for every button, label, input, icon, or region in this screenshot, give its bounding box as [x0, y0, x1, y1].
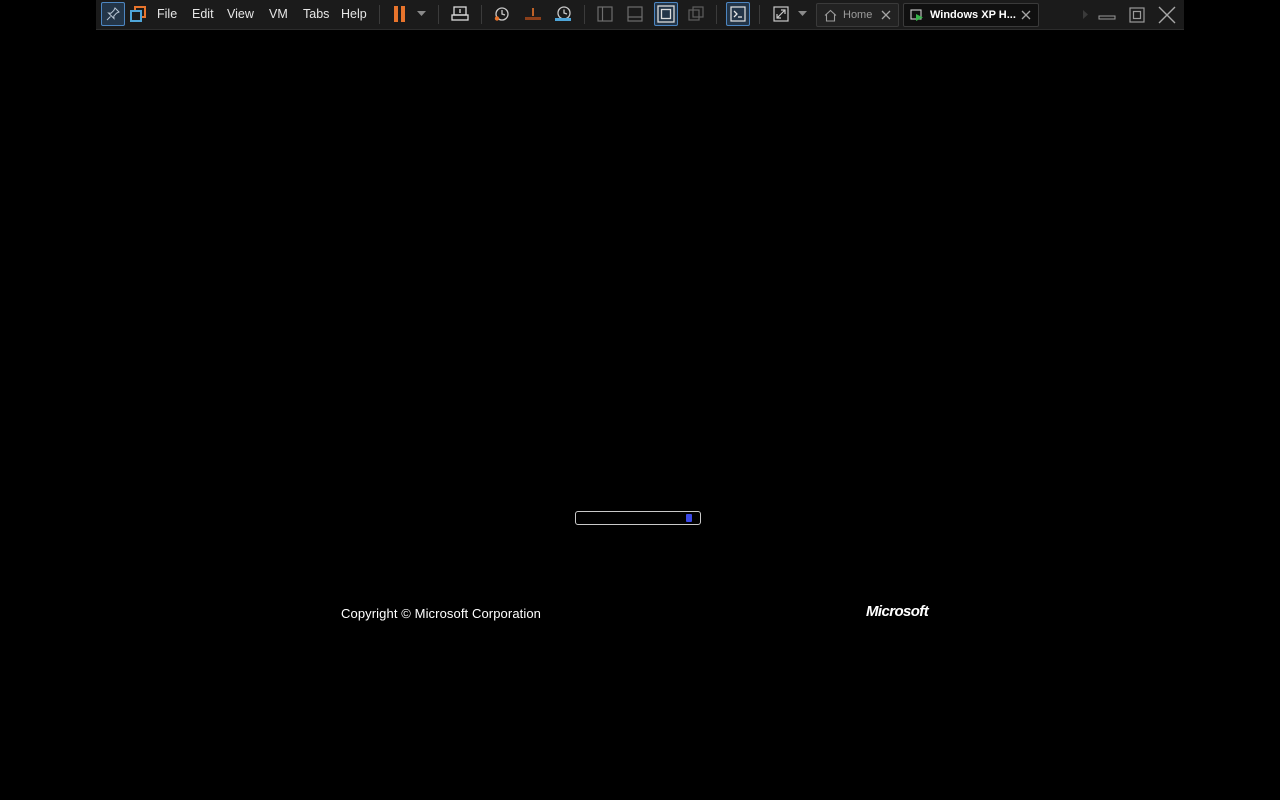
pin-toolbar-button[interactable]	[101, 2, 125, 26]
toolbar-separator	[759, 5, 760, 24]
snapshot-manager-button[interactable]	[551, 2, 575, 26]
stretch-dropdown-button[interactable]	[795, 2, 809, 26]
scroll-tabs-right-button[interactable]	[1080, 4, 1090, 24]
boot-progress-bar	[575, 511, 701, 525]
menu-view[interactable]: View	[222, 4, 259, 24]
progress-indicator-block	[686, 514, 692, 522]
send-keys-icon	[451, 6, 469, 22]
show-thumbnail-bar-button[interactable]	[623, 2, 647, 26]
chevron-down-icon	[416, 11, 426, 17]
sidebar-icon	[597, 6, 613, 22]
close-icon[interactable]	[1018, 7, 1034, 23]
menu-file[interactable]: File	[152, 4, 182, 24]
tab-windows-xp-vm[interactable]: Windows XP H...	[903, 3, 1039, 27]
minimize-button[interactable]	[1094, 0, 1120, 29]
thumbnail-bar-icon	[627, 6, 643, 22]
menu-vm[interactable]: VM	[264, 4, 293, 24]
show-sidebar-button[interactable]	[593, 2, 617, 26]
revert-snapshot-button[interactable]	[521, 2, 545, 26]
stretch-guest-button[interactable]	[769, 2, 793, 26]
send-ctrl-alt-del-button[interactable]	[448, 2, 472, 26]
power-dropdown-button[interactable]	[414, 2, 428, 26]
copyright-text: Copyright © Microsoft Corporation	[341, 606, 542, 621]
fullscreen-icon	[773, 6, 789, 22]
restore-button[interactable]	[1124, 0, 1150, 29]
take-snapshot-button[interactable]	[490, 2, 514, 26]
toolbar-separator	[438, 5, 439, 24]
close-window-button[interactable]	[1154, 0, 1180, 29]
toolbar-separator	[584, 5, 585, 24]
snapshot-icon	[494, 6, 510, 22]
full-screen-mode-button[interactable]	[654, 2, 678, 26]
pause-icon	[392, 5, 408, 23]
menu-tabs[interactable]: Tabs	[298, 4, 334, 24]
unity-mode-button[interactable]	[684, 2, 708, 26]
tab-home[interactable]: Home	[816, 3, 899, 27]
vm-icon	[909, 7, 925, 23]
tab-home-label: Home	[843, 9, 873, 21]
vmware-toolbar: File Edit View VM Tabs Help Home Windows…	[96, 0, 1184, 30]
tab-vm-label: Windows XP H...	[930, 9, 1016, 21]
console-view-button[interactable]	[726, 2, 750, 26]
toolbar-separator	[379, 5, 380, 24]
snapshot-manager-icon	[554, 6, 572, 22]
guest-vm-screen[interactable]	[0, 31, 1280, 800]
chevron-right-icon	[1082, 9, 1088, 19]
library-button[interactable]	[126, 2, 150, 26]
revert-snapshot-icon	[524, 6, 542, 22]
restore-icon	[1129, 6, 1145, 23]
toolbar-separator	[481, 5, 482, 24]
toolbar-separator	[716, 5, 717, 24]
close-icon[interactable]	[878, 7, 894, 23]
menu-help[interactable]: Help	[336, 4, 372, 24]
pause-button[interactable]	[388, 2, 412, 26]
unity-icon	[688, 6, 704, 22]
pin-icon	[106, 7, 120, 21]
console-icon	[730, 6, 746, 22]
microsoft-logo: Microsoft	[866, 603, 929, 620]
menu-edit[interactable]: Edit	[187, 4, 219, 24]
home-icon	[822, 7, 838, 23]
library-icon	[130, 6, 146, 22]
chevron-down-icon	[797, 11, 807, 17]
close-icon	[1158, 6, 1176, 24]
minimize-icon	[1098, 10, 1116, 20]
fit-window-icon	[657, 5, 675, 23]
